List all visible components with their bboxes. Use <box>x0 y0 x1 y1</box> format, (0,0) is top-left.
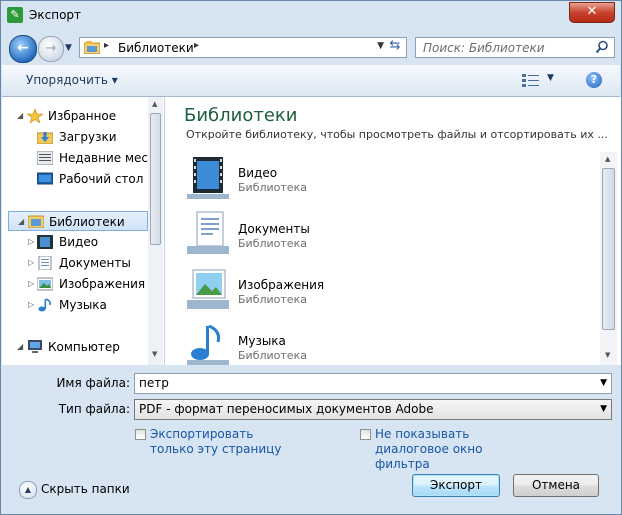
expand-arrow-icon[interactable]: ▷ <box>28 253 34 273</box>
computer-icon <box>28 340 42 353</box>
breadcrumb-libraries[interactable]: Библиотеки <box>118 41 194 55</box>
music-library-icon <box>38 298 51 312</box>
page-description: Откройте библиотеку, чтобы просмотреть ф… <box>186 128 608 141</box>
expand-arrow-icon[interactable]: ▷ <box>28 232 34 252</box>
filetype-dropdown-icon[interactable]: ▼ <box>600 400 607 419</box>
search-placeholder: Поиск: Библиотеки <box>423 41 545 55</box>
breadcrumb-separator-icon[interactable]: ▸ <box>104 40 109 51</box>
expand-arrow-icon[interactable]: ▷ <box>28 295 34 315</box>
content-scroll-thumb[interactable] <box>602 168 615 330</box>
library-type: Библиотека <box>238 349 307 362</box>
library-name: Музыка <box>238 334 286 348</box>
library-name: Документы <box>238 222 310 236</box>
breadcrumb-separator-icon[interactable]: ▸ <box>194 40 199 51</box>
recent-places-icon <box>37 151 53 165</box>
filename-value: петр <box>139 376 169 390</box>
documents-library-icon <box>38 256 52 270</box>
nav-item-favorites[interactable]: ◢ Избранное <box>2 106 148 126</box>
star-icon <box>27 109 43 123</box>
export-button[interactable]: Экспорт <box>412 474 500 497</box>
scroll-down-icon[interactable]: ▼ <box>605 351 610 359</box>
library-list: Видео Библиотека Документы Библиотека Из… <box>165 152 621 365</box>
nav-item-documents[interactable]: ▷ Документы <box>2 253 148 273</box>
window-title: Экспорт <box>29 8 82 22</box>
filetype-value: PDF - формат переносимых документов Adob… <box>139 402 434 416</box>
desktop-icon <box>37 172 53 185</box>
nav-item-music[interactable]: ▷ Музыка <box>2 295 148 315</box>
navigation-row: ← → ▼ ▸ Библиотеки ▸ ▼ ⇆ Поиск: Библиоте… <box>1 31 621 63</box>
page-title: Библиотеки <box>184 105 298 126</box>
collapse-arrow-icon[interactable]: ◢ <box>17 337 23 357</box>
documents-library-icon <box>187 211 229 254</box>
nav-item-computer[interactable]: ◢ Компьютер <box>2 337 148 357</box>
view-dropdown-icon[interactable]: ▼ <box>547 73 554 83</box>
video-library-icon <box>187 157 229 199</box>
back-button[interactable]: ← <box>9 35 37 63</box>
export-dialog: ✎ Экспорт ✕ ← → ▼ ▸ Библиотеки ▸ ▼ ⇆ Пои… <box>0 0 622 515</box>
filename-field[interactable]: петр ▼ <box>134 373 612 394</box>
navigation-pane: ◢ Избранное Загрузки Недавние места Рабо… <box>2 97 165 365</box>
filename-dropdown-icon[interactable]: ▼ <box>600 374 607 393</box>
library-item-pictures[interactable]: Изображения Библиотека <box>185 266 585 318</box>
close-button[interactable]: ✕ <box>569 2 615 23</box>
export-page-only-label[interactable]: Экспортировать только эту страницу <box>150 427 281 457</box>
collapse-arrow-icon[interactable]: ◢ <box>17 106 23 126</box>
hide-folders-button[interactable]: Скрыть папки <box>41 482 130 496</box>
search-input[interactable]: Поиск: Библиотеки <box>415 37 615 58</box>
expand-arrow-icon[interactable]: ▷ <box>28 274 34 294</box>
music-library-icon <box>187 324 229 365</box>
libraries-icon <box>28 215 44 228</box>
refresh-icon[interactable]: ⇆ <box>387 38 403 54</box>
scroll-up-icon[interactable]: ▲ <box>605 155 610 163</box>
library-item-documents[interactable]: Документы Библиотека <box>185 210 585 262</box>
scroll-up-icon[interactable]: ▲ <box>152 100 157 108</box>
search-icon[interactable] <box>595 40 609 54</box>
recent-pages-dropdown-icon[interactable]: ▼ <box>65 43 72 53</box>
pictures-library-icon <box>37 277 53 291</box>
library-type: Библиотека <box>238 237 307 250</box>
filetype-select[interactable]: PDF - формат переносимых документов Adob… <box>134 399 612 420</box>
nav-item-recent-places[interactable]: Недавние места <box>2 148 162 168</box>
nav-item-video[interactable]: ▷ Видео <box>2 232 148 252</box>
nav-item-libraries[interactable]: ◢ Библиотеки <box>8 211 148 231</box>
content-scrollbar[interactable]: ▲ ▼ <box>600 152 617 365</box>
address-bar[interactable]: ▸ Библиотеки ▸ ▼ <box>79 37 407 58</box>
nav-scroll-thumb[interactable] <box>150 113 161 245</box>
organize-button[interactable]: Упорядочить ▾ <box>26 73 118 87</box>
library-item-music[interactable]: Музыка Библиотека <box>185 322 585 365</box>
content-pane: Библиотеки Откройте библиотеку, чтобы пр… <box>165 97 621 365</box>
app-icon: ✎ <box>7 7 23 23</box>
address-dropdown-icon[interactable]: ▼ <box>377 41 384 51</box>
filetype-label: Тип файла: <box>58 402 130 416</box>
no-filter-dialog-checkbox[interactable] <box>360 429 371 440</box>
hide-folders-chevron-icon[interactable]: ▲ <box>19 481 37 499</box>
nav-item-pictures[interactable]: ▷ Изображения <box>2 274 148 294</box>
forward-button[interactable]: → <box>38 36 64 62</box>
nav-item-downloads[interactable]: Загрузки <box>2 127 148 147</box>
export-page-only-checkbox[interactable] <box>135 429 146 440</box>
title-bar: ✎ Экспорт ✕ <box>1 1 621 31</box>
scroll-down-icon[interactable]: ▼ <box>152 350 157 358</box>
save-options-panel: Имя файла: петр ▼ Тип файла: PDF - форма… <box>2 366 620 514</box>
pictures-library-icon <box>187 269 229 309</box>
library-type: Библиотека <box>238 181 307 194</box>
nav-pane-scrollbar[interactable]: ▲ ▼ <box>148 97 163 365</box>
video-library-icon <box>37 235 53 249</box>
help-icon[interactable]: ? <box>586 72 602 88</box>
library-name: Видео <box>238 166 278 180</box>
view-mode-icon[interactable] <box>522 73 540 87</box>
library-type: Библиотека <box>238 293 307 306</box>
nav-item-desktop[interactable]: Рабочий стол <box>2 169 148 189</box>
cancel-button[interactable]: Отмена <box>513 474 599 497</box>
collapse-arrow-icon[interactable]: ◢ <box>18 212 24 232</box>
downloads-folder-icon <box>37 132 53 144</box>
library-name: Изображения <box>238 278 325 292</box>
library-item-video[interactable]: Видео Библиотека <box>185 154 585 206</box>
libraries-folder-icon <box>84 41 100 54</box>
no-filter-dialog-label[interactable]: Не показывать диалоговое окно фильтра <box>375 427 483 472</box>
filename-label: Имя файла: <box>56 376 130 390</box>
command-toolbar: Упорядочить ▾ ▼ ? <box>2 65 620 97</box>
